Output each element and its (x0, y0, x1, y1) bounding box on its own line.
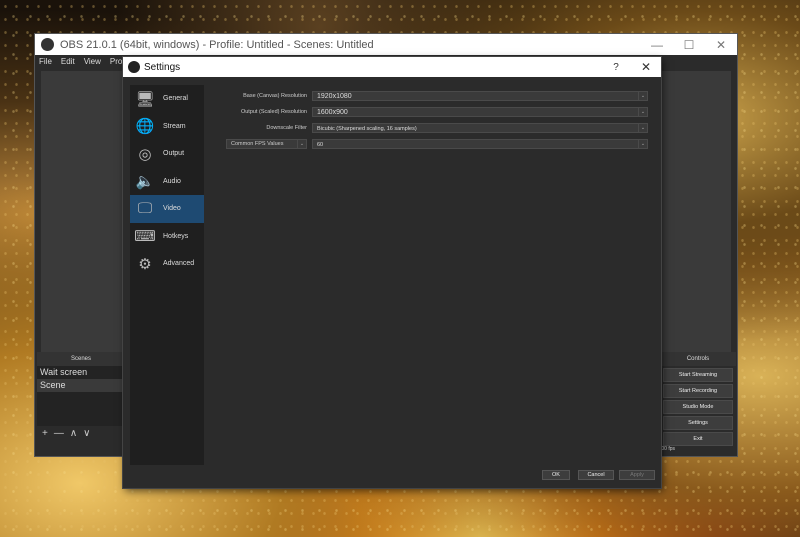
chevron-down-icon: ⌄ (638, 124, 647, 132)
scene-list: Wait screen Scene (37, 366, 125, 426)
output-resolution-label: Output (Scaled) Resolution (240, 109, 307, 115)
start-recording-button[interactable]: Start Recording (663, 384, 733, 398)
downscale-filter-label: Downscale Filter (266, 125, 307, 131)
scene-item[interactable]: Scene (37, 379, 125, 392)
chevron-down-icon: ⌄ (638, 140, 647, 148)
sidebar-item-label: Hotkeys (163, 232, 189, 240)
chevron-down-icon: ⌄ (638, 108, 647, 116)
sidebar-item-label: General (163, 95, 188, 103)
chevron-down-icon: ⌄ (638, 92, 647, 100)
sidebar-item-stream[interactable]: 🌐 Stream (130, 113, 204, 141)
scene-item[interactable]: Wait screen (37, 366, 125, 379)
menu-file[interactable]: File (39, 55, 52, 68)
fps-type-combo[interactable]: Common FPS Values ⌄ (226, 139, 307, 149)
cancel-button[interactable]: Cancel (578, 470, 614, 480)
sidebar-item-advanced[interactable]: ⚙ Advanced (130, 250, 204, 278)
downscale-filter-combo[interactable]: Bicubic (Sharpened scaling, 16 samples) … (312, 123, 648, 133)
close-button[interactable]: ✕ (631, 60, 661, 74)
advanced-icon: ⚙ (138, 255, 152, 273)
fps-type-value: Common FPS Values (231, 141, 284, 147)
sidebar-item-hotkeys[interactable]: ⌨ Hotkeys (130, 223, 204, 251)
scene-toolbar: + — ∧ ∨ (37, 426, 125, 441)
obs-titlebar: OBS 21.0.1 (64bit, windows) - Profile: U… (35, 34, 737, 55)
settings-title: Settings (144, 61, 181, 73)
base-resolution-value: 1920x1080 (317, 93, 352, 100)
sidebar-item-label: Output (163, 150, 185, 158)
sidebar-item-audio[interactable]: 🔈 Audio (130, 168, 204, 196)
studio-mode-button[interactable]: Studio Mode (663, 400, 733, 414)
exit-button[interactable]: Exit (663, 432, 733, 446)
start-streaming-button[interactable]: Start Streaming (663, 368, 733, 382)
obs-logo-icon (41, 38, 54, 51)
obs-window-title: OBS 21.0.1 (64bit, windows) - Profile: U… (60, 38, 374, 51)
general-icon: 🖥 (135, 90, 155, 108)
controls-dock: Controls Start Streaming Start Recording… (660, 352, 736, 456)
menu-view[interactable]: View (84, 55, 101, 68)
apply-button[interactable]: Apply (619, 470, 655, 480)
sidebar-item-general[interactable]: 🖥 General (130, 85, 204, 113)
sidebar-item-label: Stream (163, 122, 186, 130)
hotkeys-icon: ⌨ (134, 228, 156, 246)
close-button[interactable]: ✕ (705, 38, 737, 52)
sidebar-item-label: Advanced (163, 260, 195, 268)
ok-button[interactable]: OK (542, 470, 570, 480)
settings-dialog: Settings ? ✕ 🖥 General 🌐 Stream ◎ Output… (123, 57, 661, 488)
remove-scene-button[interactable]: — (54, 428, 64, 439)
scenes-dock: Scenes Wait screen Scene + — ∧ ∨ (37, 352, 125, 445)
base-resolution-combo[interactable]: 1920x1080 ⌄ (312, 91, 648, 101)
scenes-header: Scenes (37, 352, 125, 366)
settings-button[interactable]: Settings (663, 416, 733, 430)
menu-edit[interactable]: Edit (61, 55, 75, 68)
audio-icon: 🔈 (135, 173, 155, 191)
move-down-button[interactable]: ∨ (83, 428, 90, 439)
output-resolution-combo[interactable]: 1600x900 ⌄ (312, 107, 648, 117)
help-button[interactable]: ? (601, 62, 631, 73)
controls-header: Controls (660, 352, 736, 366)
output-icon: ◎ (138, 145, 152, 163)
obs-logo-icon (128, 61, 140, 73)
sidebar-item-label: Video (163, 205, 181, 213)
settings-titlebar: Settings ? ✕ (123, 57, 661, 77)
minimize-button[interactable]: — (641, 38, 673, 52)
chevron-down-icon: ⌄ (297, 140, 306, 148)
sidebar-item-output[interactable]: ◎ Output (130, 140, 204, 168)
sidebar-item-video[interactable]: 🖵 Video (130, 195, 204, 223)
maximize-button[interactable]: ☐ (673, 38, 705, 52)
add-scene-button[interactable]: + (42, 428, 48, 439)
video-icon: 🖵 (137, 200, 153, 218)
settings-sidebar: 🖥 General 🌐 Stream ◎ Output 🔈 Audio 🖵 Vi… (130, 85, 204, 465)
fps-value: 60 (317, 142, 324, 148)
fps-value-combo[interactable]: 60 ⌄ (312, 139, 648, 149)
output-resolution-value: 1600x900 (317, 109, 348, 116)
sidebar-item-label: Audio (163, 177, 181, 185)
downscale-filter-value: Bicubic (Sharpened scaling, 16 samples) (317, 126, 417, 132)
base-resolution-label: Base (Canvas) Resolution (243, 93, 307, 99)
stream-icon: 🌐 (135, 118, 155, 136)
fps-status: .00 fps (660, 446, 676, 452)
move-up-button[interactable]: ∧ (70, 428, 77, 439)
